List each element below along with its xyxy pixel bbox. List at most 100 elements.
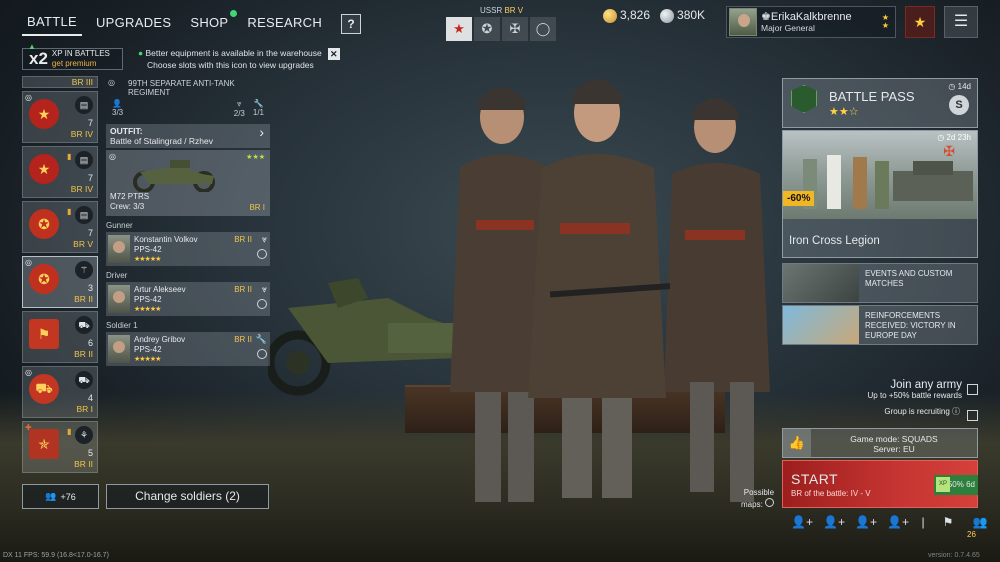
perk-icon[interactable] — [257, 299, 267, 309]
nation-tab-allies[interactable]: ◯ — [530, 17, 556, 41]
soldier-br: BR II — [234, 285, 252, 294]
soldier-stars: ★★★★★ — [134, 306, 161, 313]
iron-cross-icon: ✠ — [509, 21, 521, 36]
squad-card[interactable]: ▮ ✪ ▤ 7 BR V — [22, 201, 98, 253]
tab-shop[interactable]: SHOP — [185, 10, 238, 35]
squad-card[interactable]: ✚ ▮ ✯ ⚘ 5 BR II — [22, 421, 98, 473]
squad-emblem-icon: ⚑ — [29, 319, 59, 349]
game-mode-card[interactable]: 👍 Game mode: SQUADS Server: EU — [782, 428, 978, 458]
wrench-icon: 🔧 — [255, 334, 267, 344]
server: Server: EU — [873, 444, 915, 454]
motorcycle-icon — [133, 160, 215, 192]
soldier-portrait — [108, 285, 130, 313]
squad-br: BR V — [73, 239, 93, 249]
vehicle-br: BR I — [249, 203, 265, 212]
version-label: version: 0.7.4.65 — [928, 552, 980, 559]
soldier-stars: ★★★★★ — [134, 256, 161, 263]
nation-tab-ussr[interactable]: ★ — [446, 17, 472, 41]
notice-line2: Choose slots with this icon to view upgr… — [147, 60, 314, 70]
squad-class-icon: ⛟ — [75, 371, 93, 389]
squad-br: BR III — [71, 77, 93, 87]
squad-count: 7 — [87, 173, 93, 183]
info-icon: ⓘ — [949, 407, 960, 416]
squad-card[interactable]: ◎ ⛟ ⛟ 4 BR I — [22, 366, 98, 418]
squad-class-icon: ▤ — [75, 96, 93, 114]
event-name: Iron Cross Legion — [789, 235, 880, 247]
perk-icon[interactable] — [257, 349, 267, 359]
wrench-icon: 🔧 — [253, 99, 264, 108]
squad-class-icon: ⚘ — [75, 426, 93, 444]
ring-icon: ◯ — [535, 21, 551, 36]
crew-slot[interactable]: Andrey Gribov PPS-42 ★★★★★ BR II 🔧 — [106, 332, 270, 366]
target-icon: ◎ — [25, 93, 32, 102]
perk-icon[interactable] — [257, 249, 267, 259]
tab-upgrades[interactable]: UPGRADES — [91, 13, 176, 35]
battle-pass-timer: 14d — [957, 82, 971, 91]
xp-banner-line1: XP IN BATTLES — [51, 49, 110, 58]
event-timer: 2d 23h — [946, 133, 971, 142]
target-icon: ◎ — [25, 258, 32, 267]
crew-slot[interactable]: Artur Alekseev PPS-42 ★★★★★ BR II ⩔ — [106, 282, 270, 316]
get-premium-link[interactable]: get premium — [52, 59, 110, 69]
squad-card-selected[interactable]: ◎ ✪ ⚚ 3 BR II — [22, 256, 98, 308]
rank-badge-icon[interactable]: ★ — [905, 6, 935, 38]
close-icon[interactable]: ✕ — [327, 48, 340, 60]
tab-research[interactable]: RESEARCH — [242, 13, 327, 35]
xp-booster-icon: XP — [936, 477, 950, 492]
menu-button[interactable]: ☰ — [944, 6, 978, 38]
season-icon: S — [949, 95, 969, 115]
squad-emblem-icon: ★ — [29, 154, 59, 184]
tab-research-label: RESEARCH — [247, 15, 323, 30]
xp-boost-badge[interactable]: XP +50% 6d — [934, 475, 978, 495]
game-mode: Game mode: SQUADS — [850, 434, 938, 444]
possible-maps-line1: Possible — [743, 488, 775, 497]
gold-balance[interactable]: 3,826 — [603, 8, 650, 23]
xp-premium-banner[interactable]: ▲ x2 XP IN BATTLES get premium — [22, 42, 123, 70]
soldier-br: BR II — [234, 335, 252, 344]
squad-card[interactable]: ◎ ★ ▤ 7 BR IV — [22, 91, 98, 143]
flag-icon[interactable]: ⚑ — [932, 515, 964, 529]
crew-slot[interactable]: Konstantin Volkov PPS-42 ★★★★★ BR II ⩔ — [106, 232, 270, 266]
squad-card[interactable]: ▮ ★ ▤ 7 BR IV — [22, 146, 98, 198]
squad-class-icon: ▤ — [75, 206, 93, 224]
squad-class-icon: ▤ — [75, 151, 93, 169]
profile-name: ErikaKalkbrenne — [770, 11, 852, 23]
promo-text: REINFORCEMENTS RECEIVED: VICTORY IN EURO… — [865, 311, 956, 340]
silver-balance[interactable]: 380K — [660, 8, 705, 23]
start-button[interactable]: START BR of the battle: IV - V XP +50% 6d — [782, 460, 978, 508]
profile-card[interactable]: ♚ErikaKalkbrenne Major General ★ ★ — [726, 6, 896, 38]
invite-friend-icon[interactable]: 👤+ — [882, 515, 914, 529]
battle-pass-card[interactable]: BATTLE PASS ★★☆ ◷ 14d S — [782, 78, 978, 128]
squad-list: BR III ◎ ★ ▤ 7 BR IV ▮ ★ ▤ 7 BR IV ▮ ✪ ▤… — [22, 76, 100, 480]
change-soldiers-button[interactable]: Change soldiers (2) — [106, 484, 269, 509]
possible-maps[interactable]: Possible maps: — [741, 488, 775, 510]
vehicle-slot[interactable]: ◎ ★★★ M72 PTRS Crew: 3/3 BR I — [106, 150, 270, 216]
regiment-title: 99TH SEPARATE ANTI-TANK REGIMENT — [128, 79, 235, 97]
friends-count: 26 — [967, 530, 976, 539]
group-recruiting-checkbox[interactable] — [967, 410, 978, 421]
outfit-selector[interactable]: OUTFIT: Battle of Stalingrad / Rzhev › — [106, 124, 270, 148]
squad-card[interactable]: ⚑ ⛟ 6 BR II — [22, 311, 98, 363]
eagle-emblem-icon: ✠ — [943, 143, 955, 159]
help-button[interactable]: ? — [341, 14, 362, 34]
event-card[interactable]: ✠ ◷ 2d 23h -60% Iron Cross Legion — [782, 130, 978, 258]
invite-friend-icon[interactable]: 👤+ — [818, 515, 850, 529]
squad-invite-bar: 👤+ 👤+ 👤+ 👤+ | ⚑ 👥 — [786, 515, 996, 529]
nation-tab-germany[interactable]: ✠ — [502, 17, 528, 41]
reinforce-button[interactable]: 👥 +76 — [22, 484, 99, 509]
squad-card[interactable]: BR III — [22, 76, 98, 88]
join-any-army-checkbox[interactable] — [967, 384, 978, 395]
medal-icon: ▮ — [67, 427, 72, 436]
squad-count: 7 — [87, 228, 93, 238]
thumbs-up-icon[interactable]: 👍 — [783, 429, 811, 457]
tab-battle[interactable]: BATTLE — [22, 12, 82, 36]
join-subtitle: Up to +50% battle rewards — [867, 391, 963, 400]
invite-friend-icon[interactable]: 👤+ — [850, 515, 882, 529]
invite-friend-icon[interactable]: 👤+ — [786, 515, 818, 529]
reinforcements-promo[interactable]: REINFORCEMENTS RECEIVED: VICTORY IN EURO… — [782, 305, 978, 345]
bullet-icon: ● — [138, 48, 144, 58]
events-promo[interactable]: EVENTS AND CUSTOM MATCHES — [782, 263, 978, 303]
friends-icon[interactable]: 👥 — [964, 515, 996, 529]
battle-br-range: BR of the battle: IV - V — [791, 489, 871, 498]
nation-tab-usa[interactable]: ✪ — [474, 17, 500, 41]
